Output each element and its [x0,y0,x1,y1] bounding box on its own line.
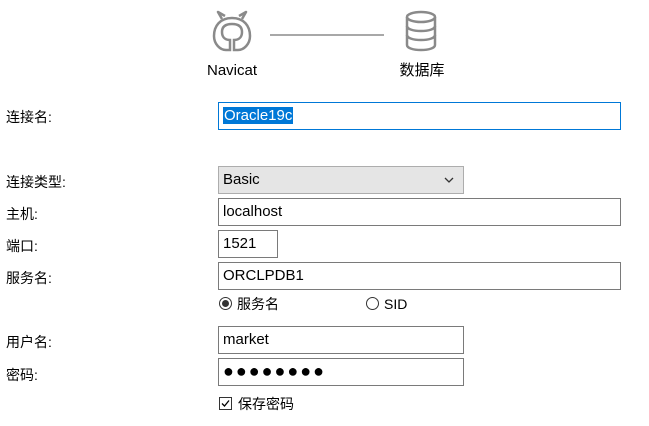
service-name-value: ORCLPDB1 [223,267,304,284]
database-caption: 数据库 [399,62,445,79]
host-input[interactable]: localhost [218,198,621,226]
connection-type-label: 连接类型: [6,174,66,190]
connection-name-input[interactable]: Oracle19c [218,102,621,130]
radio-sid-label[interactable]: SID [384,295,407,313]
navicat-logo-icon [210,10,254,54]
chevron-down-icon [444,177,454,183]
host-value: localhost [223,203,283,220]
password-input[interactable]: ●●●●●●●● [218,358,464,386]
service-name-label: 服务名: [6,270,52,286]
connection-name-label: 连接名: [6,109,52,125]
radio-sid[interactable] [366,297,379,310]
save-password-label[interactable]: 保存密码 [238,395,294,413]
connection-type-value: Basic [223,171,260,188]
navicat-caption: Navicat [206,62,258,79]
radio-service-name[interactable] [219,297,232,310]
host-label: 主机: [6,206,38,222]
checkmark-icon [221,400,230,407]
service-name-input[interactable]: ORCLPDB1 [218,262,621,290]
username-label: 用户名: [6,334,52,350]
password-label: 密码: [6,367,38,383]
username-value: market [223,331,269,348]
connection-type-select[interactable]: Basic [218,166,464,194]
connection-name-value: Oracle19c [223,107,294,124]
radio-service-name-label[interactable]: 服务名 [237,295,279,313]
connector-line [270,34,384,36]
port-label: 端口: [6,238,38,254]
save-password-checkbox[interactable] [219,397,232,410]
port-input[interactable]: 1521 [218,230,278,258]
port-value: 1521 [223,235,257,252]
username-input[interactable]: market [218,326,464,354]
database-icon [404,10,438,52]
password-value: ●●●●●●●● [223,361,326,381]
